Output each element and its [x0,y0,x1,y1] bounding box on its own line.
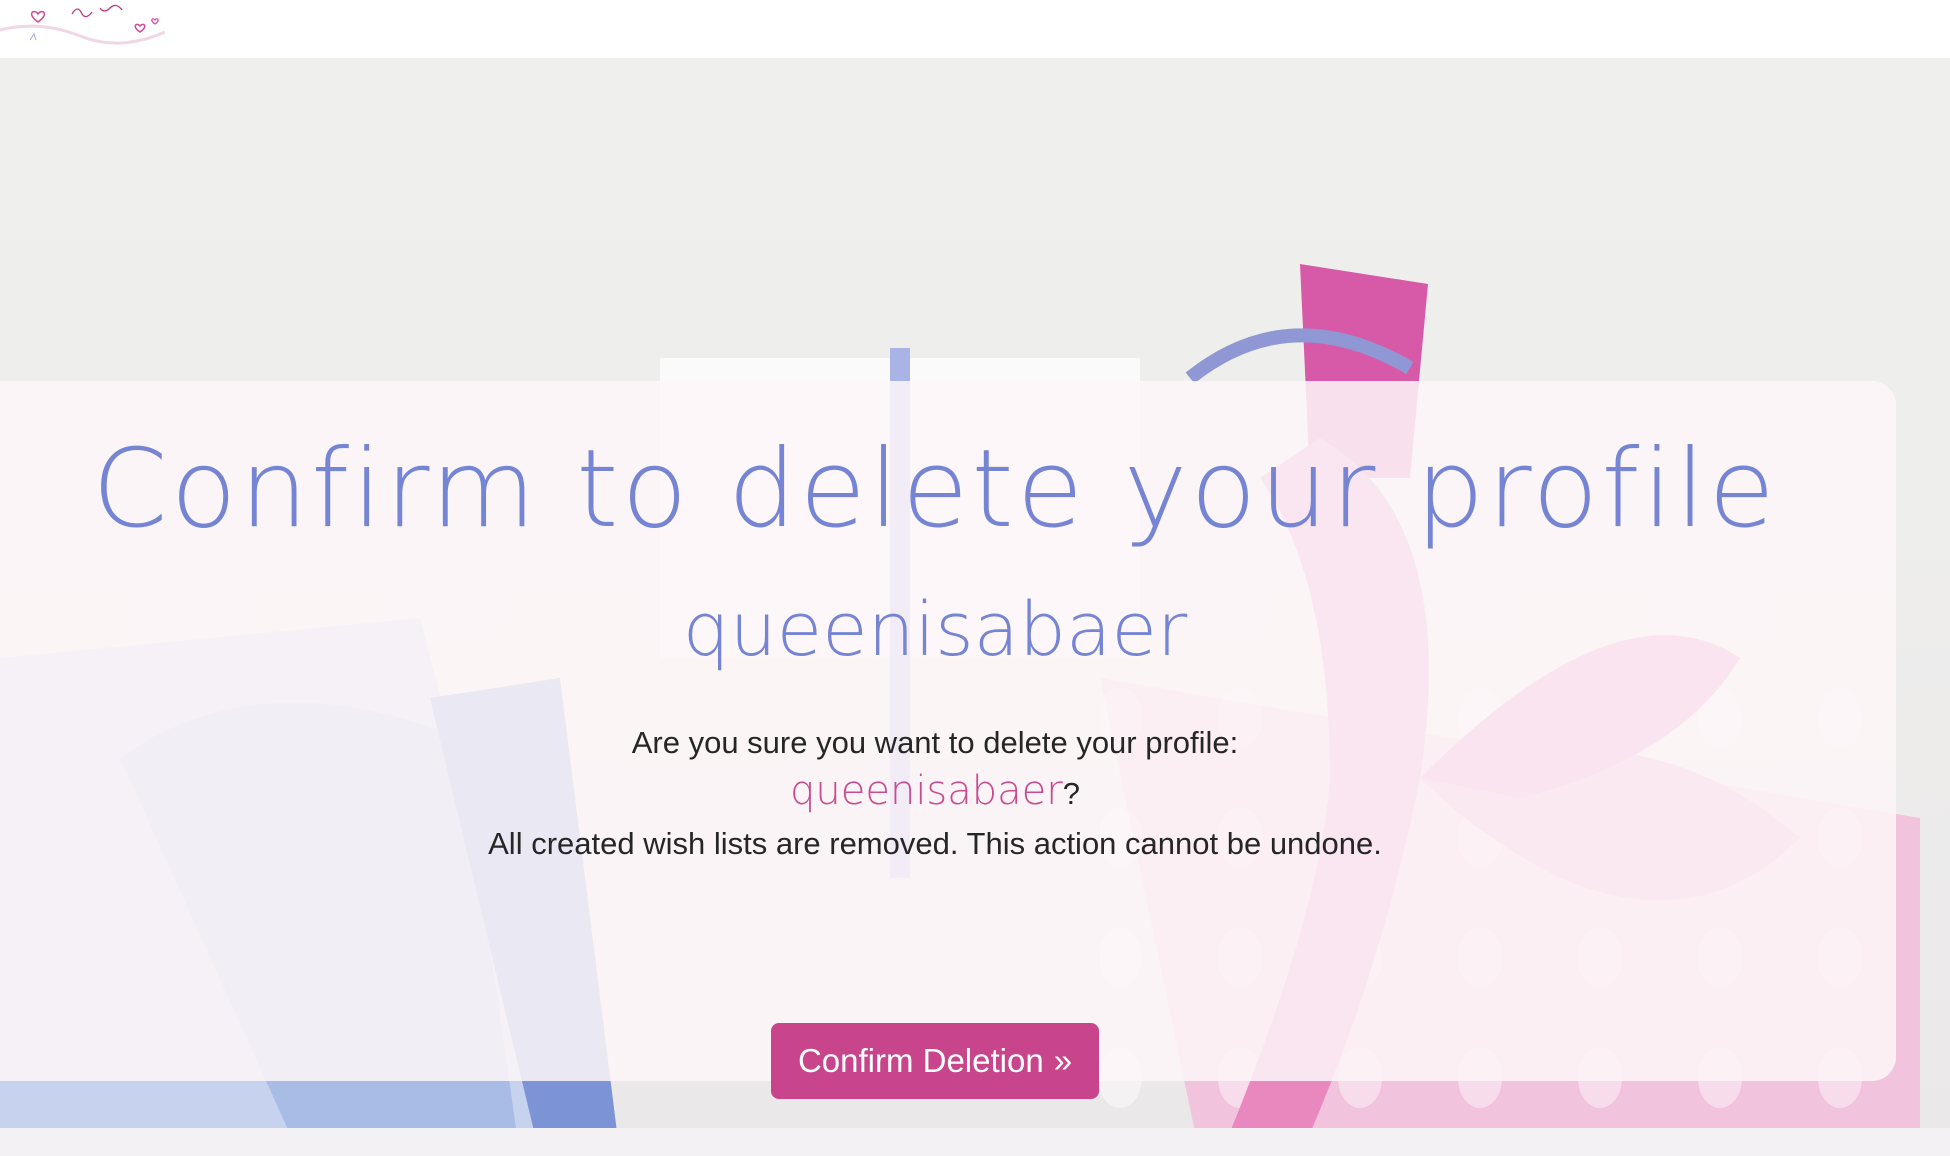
username-heading: queenisabaer [682,587,1188,673]
confirmation-message: Are you sure you want to delete your pro… [480,719,1390,868]
confirm-deletion-button[interactable]: Confirm Deletion » [771,1023,1099,1099]
page-title: Confirm to delete your profile [92,427,1778,552]
double-chevron-right-icon: » [1053,1042,1073,1079]
confirm-deletion-label: Confirm Deletion [797,1042,1044,1079]
hero-background: Confirm to delete your profile queenisab… [0,58,1950,1156]
warning-text: All created wish lists are removed. This… [488,826,1382,861]
confirmation-question: Are you sure you want to delete your pro… [480,719,1390,818]
navbar [0,0,1950,58]
brand-logo[interactable] [0,0,170,48]
delete-profile-panel: Confirm to delete your profile queenisab… [0,381,1896,1099]
question-text: Are you sure you want to delete your pro… [631,725,1239,760]
question-username: queenisabaer [790,768,1063,814]
question-mark: ? [1062,776,1080,811]
